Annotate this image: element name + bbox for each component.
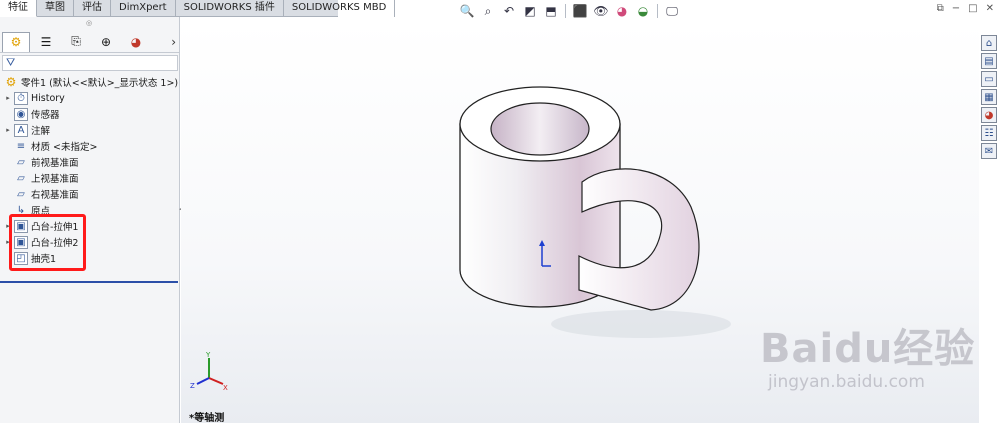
tree-item-label: 注解 <box>31 126 51 137</box>
file-explorer-icon[interactable]: ▭ <box>981 71 997 87</box>
previous-view-icon[interactable]: ↶ <box>500 3 518 19</box>
section-view-icon[interactable]: ◩ <box>521 3 539 19</box>
panel-grip-icon[interactable]: ◎ <box>86 19 92 27</box>
filter-icon[interactable]: ⛛ <box>6 56 15 69</box>
tab-dimxpert[interactable]: DimXpert <box>111 0 176 17</box>
expand-arrow-icon[interactable]: ▸ <box>4 94 12 102</box>
tree-root[interactable]: ⚙ 零件1 (默认<<默认>_显示状态 1>) <box>0 74 180 90</box>
baidu-watermark: Baidu经验 jingyan.baidu.com <box>760 316 992 396</box>
expand-arrow-icon[interactable]: ▸ <box>4 126 12 134</box>
maximize-icon[interactable]: □ <box>968 3 977 14</box>
tree-filter[interactable]: ⛛ <box>2 55 178 71</box>
part-icon: ⚙ <box>5 75 17 89</box>
tree-item-top-plane[interactable]: ▱ 上视基准面 <box>0 170 180 186</box>
rollback-bar[interactable] <box>0 281 178 283</box>
tab-sketch[interactable]: 草图 <box>37 0 74 17</box>
sensor-icon: ◉ <box>14 107 28 121</box>
tab-features[interactable]: 特征 <box>0 0 37 17</box>
plane-icon: ▱ <box>17 172 25 184</box>
hide-show-icon[interactable]: 👁 <box>592 3 610 19</box>
tree-item-annotations[interactable]: ▸ A 注解 <box>0 122 180 138</box>
tree-item-label: 材质 <未指定> <box>31 142 98 153</box>
tree-root-label: 零件1 (默认<<默认>_显示状态 1>) <box>21 78 179 89</box>
view-settings-icon[interactable]: 🖵 <box>663 3 681 19</box>
highlight-box <box>9 214 86 271</box>
shadow <box>551 310 731 338</box>
watermark-brand: Baidu经验 <box>760 326 976 372</box>
tab-mbd[interactable]: SOLIDWORKS MBD <box>284 0 396 17</box>
reference-triad: Y X Z <box>190 351 228 390</box>
material-icon: ≡ <box>16 140 26 152</box>
plane-icon: ▱ <box>17 188 25 200</box>
zoom-area-icon[interactable]: ⌕ <box>479 3 497 19</box>
window-controls: ⧉ − □ ✕ <box>937 3 994 14</box>
triad-z-label: Z <box>190 382 195 390</box>
custom-properties-icon[interactable]: ☷ <box>981 125 997 141</box>
display-manager-icon[interactable]: ◕ <box>122 32 150 52</box>
annotation-icon: A <box>14 123 28 137</box>
view-orientation-icon[interactable]: ⬒ <box>542 3 560 19</box>
appearances-icon[interactable]: ◕ <box>981 107 997 123</box>
minimize-icon[interactable]: − <box>952 3 960 14</box>
forum-icon[interactable]: ✉ <box>981 143 997 159</box>
task-pane: ⌂ ▤ ▭ ▦ ◕ ☷ ✉ <box>981 35 998 159</box>
toolbar-divider <box>657 4 658 18</box>
feature-manager-panel: ◎ ⚙ ☰ ⎘ ⊕ ◕ › ⛛ ⚙ 零件1 (默认<<默认>_显示状态 1>) … <box>0 17 180 423</box>
tab-addins[interactable]: SOLIDWORKS 插件 <box>176 0 284 17</box>
view-orientation-label: *等轴测 <box>189 413 225 423</box>
edit-appearance-icon[interactable]: ◕ <box>613 3 631 19</box>
triad-y-label: Y <box>205 351 211 359</box>
home-icon[interactable]: ⌂ <box>981 35 997 51</box>
tree-item-right-plane[interactable]: ▱ 右视基准面 <box>0 186 180 202</box>
tree-item-front-plane[interactable]: ▱ 前视基准面 <box>0 154 180 170</box>
configuration-manager-icon[interactable]: ⎘ <box>62 32 90 52</box>
tree-item-label: History <box>31 92 65 104</box>
scene-icon[interactable]: ◒ <box>634 3 652 19</box>
panel-tabs: ⚙ ☰ ⎘ ⊕ ◕ › <box>0 31 180 53</box>
triad-x-label: X <box>223 384 228 390</box>
tree-item-label: 传感器 <box>31 110 60 121</box>
feature-manager-icon[interactable]: ⚙ <box>2 31 30 52</box>
tab-evaluate[interactable]: 评估 <box>74 0 111 17</box>
toolbar-divider <box>565 4 566 18</box>
tree-item-sensors[interactable]: ◉ 传感器 <box>0 106 180 122</box>
heads-up-toolbar: 🔍 ⌕ ↶ ◩ ⬒ ⬛ 👁 ◕ ◒ 🖵 <box>458 2 681 20</box>
tree-item-material[interactable]: ≡ 材质 <未指定> <box>0 138 180 154</box>
mug-opening <box>490 102 590 156</box>
tree-item-history[interactable]: ▸ ⏱ History <box>0 90 180 106</box>
view-palette-icon[interactable]: ▦ <box>981 89 997 105</box>
history-icon: ⏱ <box>14 91 28 105</box>
display-style-icon[interactable]: ⬛ <box>571 3 589 19</box>
tree-item-label: 前视基准面 <box>31 158 79 169</box>
plane-icon: ▱ <box>17 156 25 168</box>
chevron-right-icon[interactable]: › <box>171 35 176 49</box>
property-manager-icon[interactable]: ☰ <box>32 32 60 52</box>
watermark-url: jingyan.baidu.com <box>768 372 925 392</box>
command-manager-tabs: 特征 草图 评估 DimXpert SOLIDWORKS 插件 SOLIDWOR… <box>0 0 396 17</box>
tile-window-icon[interactable]: ⧉ <box>937 3 944 14</box>
dimxpert-manager-icon[interactable]: ⊕ <box>92 32 120 52</box>
tree-item-label: 上视基准面 <box>31 174 79 185</box>
design-library-icon[interactable]: ▤ <box>981 53 997 69</box>
close-icon[interactable]: ✕ <box>986 3 994 14</box>
tree-item-label: 右视基准面 <box>31 190 79 201</box>
zoom-to-fit-icon[interactable]: 🔍 <box>458 3 476 19</box>
